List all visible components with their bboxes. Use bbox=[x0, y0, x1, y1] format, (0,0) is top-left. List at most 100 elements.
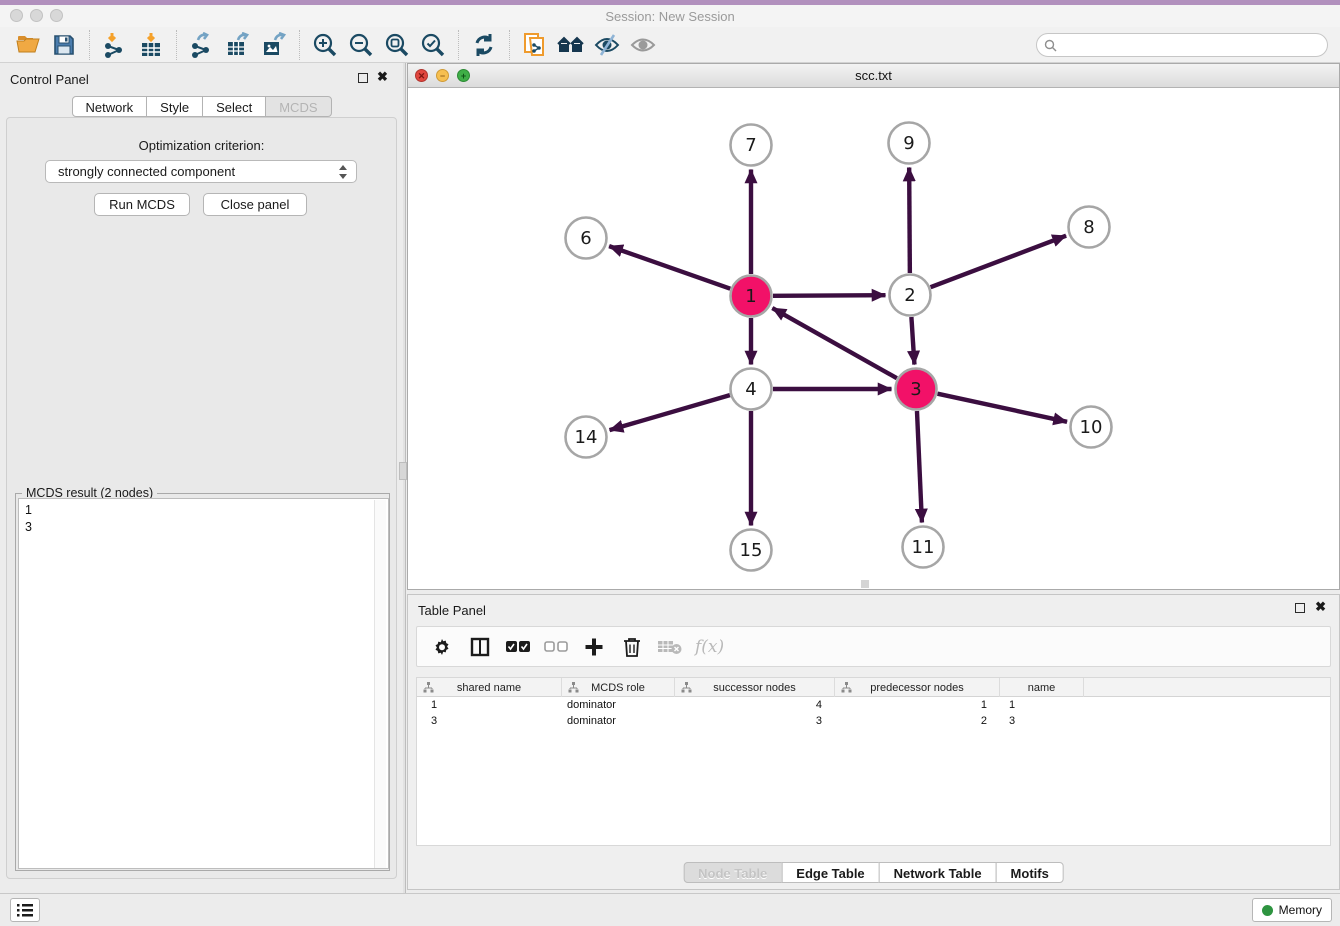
import-table-icon[interactable] bbox=[136, 30, 166, 60]
cell-successor-nodes: 4 bbox=[675, 697, 835, 713]
cell-shared-name: 1 bbox=[417, 697, 562, 713]
task-history-button[interactable] bbox=[10, 898, 40, 922]
graph-node-14[interactable]: 14 bbox=[566, 417, 607, 458]
graph-edge-3-11[interactable] bbox=[917, 411, 922, 523]
close-table-panel-icon[interactable]: ✖ bbox=[1315, 599, 1326, 615]
cell-name: 1 bbox=[1000, 697, 1084, 713]
panel-divider-handle[interactable] bbox=[399, 462, 407, 480]
cell-predecessor-nodes: 2 bbox=[835, 713, 1000, 729]
save-session-icon[interactable] bbox=[49, 30, 79, 60]
graph-node-15[interactable]: 15 bbox=[731, 530, 772, 571]
zoom-fit-icon[interactable] bbox=[382, 30, 412, 60]
mcds-result-line: 3 bbox=[25, 519, 388, 536]
memory-status-icon bbox=[1262, 905, 1273, 916]
graph-edge-2-9[interactable] bbox=[909, 167, 910, 273]
tab-select[interactable]: Select bbox=[202, 96, 266, 117]
zoom-in-icon[interactable] bbox=[310, 30, 340, 60]
open-session-icon[interactable] bbox=[13, 30, 43, 60]
graph-edge-4-14[interactable] bbox=[610, 395, 730, 430]
import-network-icon[interactable] bbox=[100, 30, 130, 60]
mcds-panel: Optimization criterion: strongly connect… bbox=[6, 117, 397, 879]
graph-node-3[interactable]: 3 bbox=[896, 369, 937, 410]
export-image-icon[interactable] bbox=[259, 30, 289, 60]
toolbar-separator bbox=[89, 30, 90, 60]
zoom-out-icon[interactable] bbox=[346, 30, 376, 60]
tab-node-table[interactable]: Node Table bbox=[683, 862, 782, 883]
control-panel-header: Control Panel ✖ bbox=[0, 63, 403, 93]
zoom-selected-icon[interactable] bbox=[418, 30, 448, 60]
tab-edge-table[interactable]: Edge Table bbox=[781, 862, 879, 883]
criterion-select[interactable]: strongly connected component bbox=[45, 160, 357, 183]
control-panel: Control Panel ✖ NetworkStyleSelectMCDS O… bbox=[0, 63, 403, 893]
network-from-clipboard-icon[interactable] bbox=[520, 30, 550, 60]
graph-edge-1-2[interactable] bbox=[773, 295, 886, 296]
column-header-shared-name[interactable]: shared name bbox=[417, 678, 562, 697]
graph-node-10[interactable]: 10 bbox=[1071, 407, 1112, 448]
graph-node-1[interactable]: 1 bbox=[731, 276, 772, 317]
svg-text:1: 1 bbox=[745, 286, 756, 307]
search-field[interactable] bbox=[1036, 33, 1328, 57]
table-panel: Table Panel ✖ f(x) shared nameMCDS roles… bbox=[407, 594, 1340, 890]
graph-edge-3-10[interactable] bbox=[937, 394, 1067, 422]
network-graph[interactable]: 7 9 6 8 1 2 4 3 14 10 15 11 bbox=[408, 88, 1339, 589]
delete-column-icon[interactable] bbox=[619, 634, 645, 660]
column-header-predecessor-nodes[interactable]: predecessor nodes bbox=[835, 678, 1000, 697]
tab-network[interactable]: Network bbox=[71, 96, 147, 117]
show-all-panels-icon[interactable] bbox=[556, 30, 586, 60]
network-window-titlebar[interactable]: ✕ − + scc.txt bbox=[408, 64, 1339, 88]
mcds-scrollbar[interactable] bbox=[374, 500, 386, 868]
graph-edge-2-8[interactable] bbox=[931, 236, 1067, 287]
cell-name: 3 bbox=[1000, 713, 1084, 729]
search-input[interactable] bbox=[1061, 38, 1327, 52]
criterion-select-value: strongly connected component bbox=[58, 164, 235, 179]
graph-edge-3-1[interactable] bbox=[772, 308, 896, 378]
svg-text:6: 6 bbox=[580, 228, 591, 249]
run-mcds-button[interactable]: Run MCDS bbox=[94, 193, 190, 216]
cell-MCDS-role: dominator bbox=[562, 713, 675, 729]
graph-edge-2-3[interactable] bbox=[911, 317, 914, 365]
toolbar-separator bbox=[458, 30, 459, 60]
toggle-column-view-icon[interactable] bbox=[467, 634, 493, 660]
function-builder-icon[interactable]: f(x) bbox=[695, 634, 724, 660]
memory-button[interactable]: Memory bbox=[1252, 898, 1332, 922]
tab-mcds[interactable]: MCDS bbox=[265, 96, 331, 117]
graph-node-11[interactable]: 11 bbox=[903, 527, 944, 568]
float-table-panel-icon[interactable] bbox=[1295, 603, 1305, 613]
tab-style[interactable]: Style bbox=[146, 96, 203, 117]
graph-node-2[interactable]: 2 bbox=[890, 275, 931, 316]
export-table-icon[interactable] bbox=[223, 30, 253, 60]
close-panel-icon[interactable]: ✖ bbox=[377, 69, 388, 85]
column-header-name[interactable]: name bbox=[1000, 678, 1084, 697]
column-header-successor-nodes[interactable]: successor nodes bbox=[675, 678, 835, 697]
svg-text:7: 7 bbox=[745, 135, 756, 156]
add-column-icon[interactable] bbox=[581, 634, 607, 660]
tab-motifs[interactable]: Motifs bbox=[996, 862, 1064, 883]
deselect-all-icon[interactable] bbox=[543, 634, 569, 660]
cell-shared-name: 3 bbox=[417, 713, 562, 729]
delete-table-icon[interactable] bbox=[657, 634, 683, 660]
toggle-birds-eye-icon[interactable] bbox=[628, 30, 658, 60]
network-window-title: scc.txt bbox=[408, 68, 1339, 83]
graph-node-6[interactable]: 6 bbox=[566, 218, 607, 259]
float-panel-icon[interactable] bbox=[358, 73, 368, 83]
settings-icon[interactable] bbox=[429, 634, 455, 660]
refresh-layout-icon[interactable] bbox=[469, 30, 499, 60]
graph-node-7[interactable]: 7 bbox=[731, 125, 772, 166]
close-panel-button[interactable]: Close panel bbox=[203, 193, 307, 216]
select-all-icon[interactable] bbox=[505, 634, 531, 660]
split-resize-handle[interactable] bbox=[861, 580, 869, 588]
graph-edge-1-6[interactable] bbox=[609, 246, 730, 289]
table-row[interactable]: 1dominator411 bbox=[417, 697, 1330, 713]
graph-node-9[interactable]: 9 bbox=[889, 123, 930, 164]
tab-network-table[interactable]: Network Table bbox=[879, 862, 997, 883]
titlebar: Session: New Session bbox=[0, 5, 1340, 27]
table-row[interactable]: 3dominator323 bbox=[417, 713, 1330, 729]
network-canvas[interactable]: 7 9 6 8 1 2 4 3 14 10 15 11 bbox=[408, 88, 1339, 589]
graph-node-4[interactable]: 4 bbox=[731, 369, 772, 410]
export-network-icon[interactable] bbox=[187, 30, 217, 60]
cell-successor-nodes: 3 bbox=[675, 713, 835, 729]
mcds-result-text[interactable]: 13 bbox=[18, 498, 389, 869]
hide-panels-icon[interactable] bbox=[592, 30, 622, 60]
graph-node-8[interactable]: 8 bbox=[1069, 207, 1110, 248]
column-header-MCDS-role[interactable]: MCDS role bbox=[562, 678, 675, 697]
